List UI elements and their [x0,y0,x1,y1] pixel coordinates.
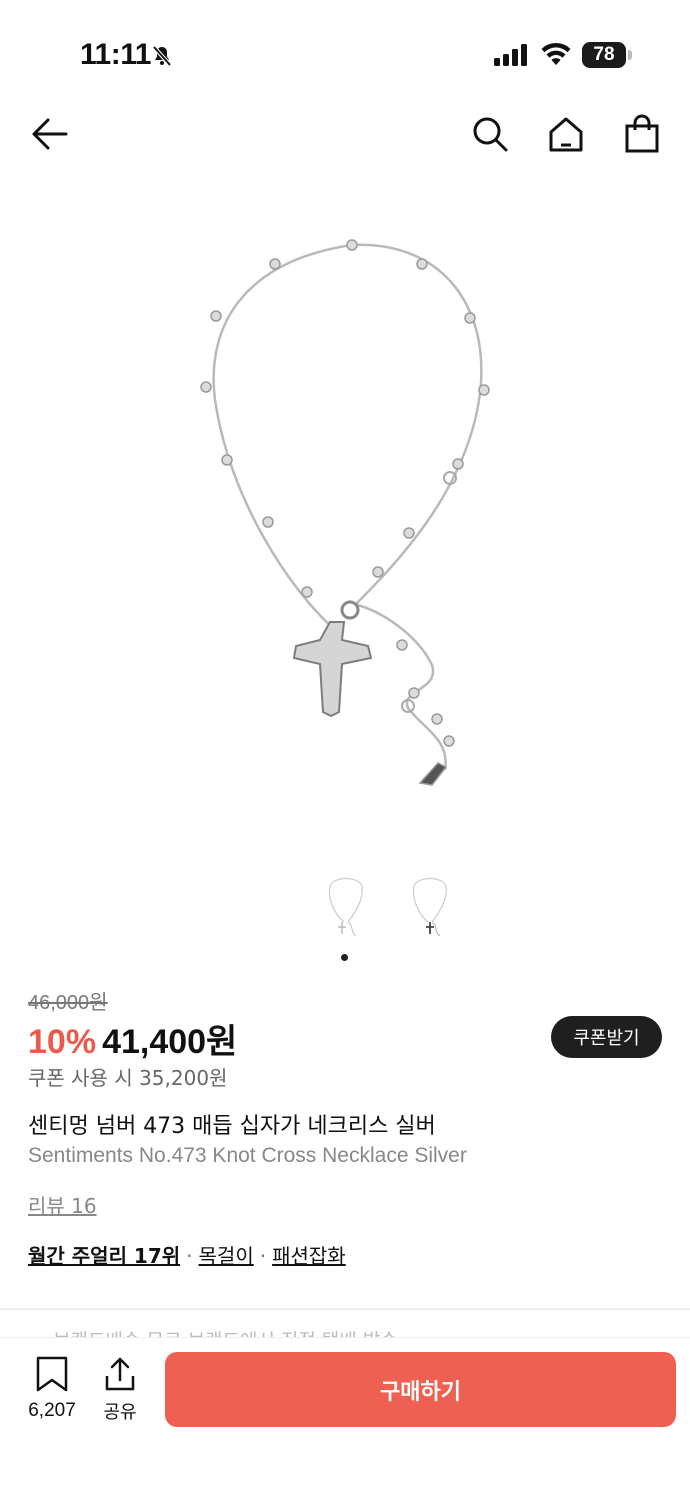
ranking-link[interactable]: 월간 주얼리 17위 [28,1244,180,1268]
get-coupon-button[interactable]: 쿠폰받기 [551,1016,662,1058]
share-button[interactable]: 공유 [96,1356,144,1424]
battery-tip [628,50,632,60]
image-thumbnails [0,874,690,944]
bell-muted-icon [150,44,174,72]
section-divider [0,1308,690,1310]
share-label: 공유 [103,1402,137,1423]
status-bar: 11:11 78 [0,0,690,110]
shopping-bag-icon[interactable] [622,114,662,158]
original-price: 46,000원 [28,992,108,1014]
product-image[interactable] [0,190,690,850]
top-navigation [0,108,690,164]
price-row: 10% 41,400원 [28,1014,237,1063]
separator: · [186,1244,193,1268]
separator: · [259,1244,267,1268]
bookmark-button[interactable]: 6,207 [22,1356,82,1422]
bookmark-count: 6,207 [28,1400,76,1421]
product-title-en: Sentiments No.473 Knot Cross Necklace Si… [28,1144,467,1167]
review-link[interactable]: 리뷰 16 [28,1190,97,1219]
category-tags: 월간 주얼리 17위 · 목걸이 · 패션잡화 [28,1240,346,1269]
wifi-icon [540,42,572,70]
home-icon[interactable] [546,114,586,158]
shipping-info-partial: — 브랜드배송 무료 브랜드에서 직접 택배 발송 [28,1326,398,1338]
coupon-price: 쿠폰 사용 시 35,200원 [28,1066,228,1090]
signal-icon [494,44,530,70]
sale-price: 41,400원 [102,1023,238,1061]
discount-rate: 10% [28,1023,97,1061]
category-link-fashion[interactable]: 패션잡화 [272,1244,346,1268]
bookmark-icon [35,1356,69,1396]
status-time: 11:11 [80,38,151,71]
carousel-indicator [341,954,348,961]
thumbnail-1[interactable] [326,874,366,940]
bottom-action-bar: 6,207 공유 구매하기 [0,1338,690,1500]
share-icon [103,1357,137,1396]
category-link-necklace[interactable]: 목걸이 [199,1244,254,1268]
arrow-left-icon[interactable] [28,114,68,158]
battery-indicator: 78 [582,42,626,68]
buy-button[interactable]: 구매하기 [165,1352,676,1427]
thumbnail-2[interactable] [410,874,450,940]
product-title-ko: 센티멍 넘버 473 매듭 십자가 네크리스 실버 [28,1114,436,1139]
search-icon[interactable] [470,114,510,158]
